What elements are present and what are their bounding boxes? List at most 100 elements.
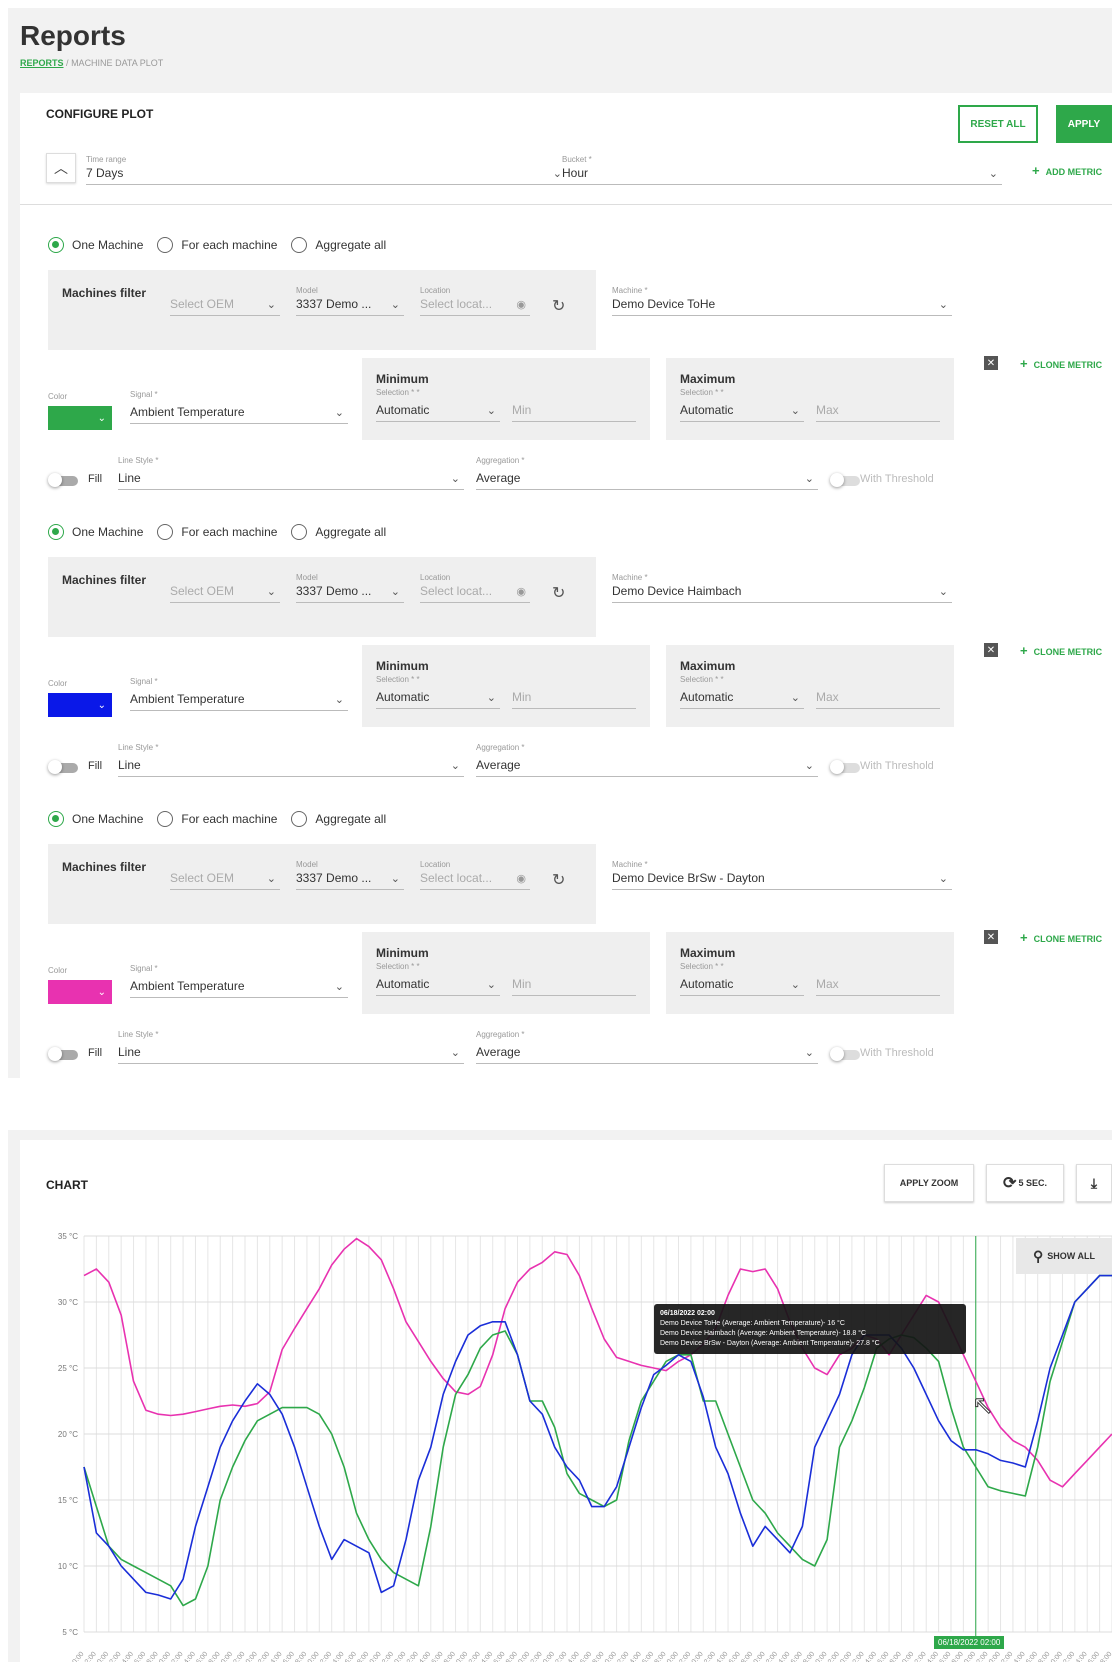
radio-for-each-machine[interactable]: For each machine (157, 811, 277, 827)
radio-for-each-machine[interactable]: For each machine (157, 237, 277, 253)
radio-aggregate-all[interactable]: Aggregate all (291, 524, 386, 540)
minimum-input[interactable]: Min (512, 388, 636, 422)
radio-for-each-machine[interactable]: For each machine (157, 524, 277, 540)
radio-one-machine[interactable]: One Machine (48, 237, 143, 253)
machine-select[interactable]: Machine * Demo Device ToHe ⌄ (612, 286, 952, 316)
chevron-down-icon: ⌄ (266, 299, 276, 311)
machine-select[interactable]: Machine * Demo Device BrSw - Dayton ⌄ (612, 860, 952, 890)
section-divider (20, 204, 1112, 205)
signal-select[interactable]: Signal * Ambient Temperature ⌄ (130, 677, 348, 711)
oem-select[interactable]: Select OEM ⌄ (170, 286, 280, 316)
maximum-input[interactable]: Max (816, 388, 940, 422)
location-select[interactable]: Location Select locat... ◉ (420, 573, 530, 603)
aggregation-select[interactable]: Aggregation * Average ⌄ (476, 1030, 818, 1064)
chevron-down-icon: ⌄ (804, 473, 814, 485)
maximum-input[interactable]: Max (816, 675, 940, 709)
color-picker[interactable]: ⌄ (48, 693, 112, 717)
reset-all-button[interactable]: RESET ALL (958, 105, 1038, 143)
plus-icon: + (1020, 930, 1028, 945)
model-select[interactable]: Model 3337 Demo ... ⌄ (296, 860, 404, 890)
model-select[interactable]: Model 3337 Demo ... ⌄ (296, 286, 404, 316)
minimum-selection-select[interactable]: Selection * * Automatic ⌄ (376, 388, 500, 422)
aggregation-select[interactable]: Aggregation * Average ⌄ (476, 743, 818, 777)
minimum-box: Minimum Selection * * Automatic ⌄ Min (362, 645, 650, 727)
oem-select[interactable]: Select OEM ⌄ (170, 573, 280, 603)
apply-button[interactable]: APPLY (1056, 105, 1112, 143)
chevron-down-icon: ⌄ (938, 586, 948, 598)
configure-plot-title: CONFIGURE PLOT (46, 107, 154, 121)
machine-scope-radio-group: One Machine For each machine Aggregate a… (48, 237, 400, 253)
maximum-selection-select[interactable]: Selection * * Automatic ⌄ (680, 388, 804, 422)
apply-zoom-button[interactable]: APPLY ZOOM (884, 1164, 974, 1202)
oem-select[interactable]: Select OEM ⌄ (170, 860, 280, 890)
chevron-down-icon: ⌄ (334, 694, 344, 706)
minimum-box: Minimum Selection * * Automatic ⌄ Min (362, 358, 650, 440)
location-select[interactable]: Location Select locat... ◉ (420, 860, 530, 890)
download-button[interactable]: ⤓ (1076, 1164, 1112, 1202)
line-style-select[interactable]: Line Style * Line ⌄ (118, 456, 464, 490)
machines-filter-box: Machines filter Select OEM ⌄ Model 3337 … (48, 844, 596, 924)
time-range-select[interactable]: Time range 7 Days ⌄ (86, 155, 566, 185)
radio-one-machine[interactable]: One Machine (48, 811, 143, 827)
reset-filter-icon[interactable]: ↻ (552, 870, 565, 890)
clone-metric-button[interactable]: + CLONE METRIC (1020, 356, 1102, 371)
maximum-box: Maximum Selection * * Automatic ⌄ Max (666, 645, 954, 727)
reset-filter-icon[interactable]: ↻ (552, 583, 565, 603)
machine-select[interactable]: Machine * Demo Device Haimbach ⌄ (612, 573, 952, 603)
bucket-select[interactable]: Bucket * Hour ⌄ (562, 155, 1002, 185)
radio-one-machine[interactable]: One Machine (48, 524, 143, 540)
maximum-selection-select[interactable]: Selection * * Automatic ⌄ (680, 962, 804, 996)
fill-toggle[interactable] (48, 1047, 78, 1061)
location-select[interactable]: Location Select locat... ◉ (420, 286, 530, 316)
remove-metric-icon[interactable]: ✕ (984, 643, 998, 657)
line-style-select[interactable]: Line Style * Line ⌄ (118, 1030, 464, 1064)
page-title: Reports (20, 20, 126, 51)
fill-label: Fill (88, 1047, 103, 1059)
time-range-value: 7 Days (86, 166, 124, 180)
collapse-button[interactable]: ︿ (46, 153, 76, 183)
radio-aggregate-all[interactable]: Aggregate all (291, 237, 386, 253)
threshold-toggle[interactable] (830, 473, 860, 487)
show-all-button[interactable]: ⚲ SHOW ALL (1016, 1238, 1112, 1274)
minimum-selection-select[interactable]: Selection * * Automatic ⌄ (376, 962, 500, 996)
clone-metric-button[interactable]: + CLONE METRIC (1020, 643, 1102, 658)
threshold-toggle[interactable] (830, 1047, 860, 1061)
fill-toggle[interactable] (48, 473, 78, 487)
refresh-interval-button[interactable]: ⟳ 5 SEC. (986, 1164, 1064, 1202)
chevron-down-icon: ⌄ (486, 692, 496, 704)
search-icon: ⚲ (1033, 1247, 1044, 1264)
breadcrumb-reports-link[interactable]: REPORTS (20, 58, 64, 68)
clone-metric-button[interactable]: + CLONE METRIC (1020, 930, 1102, 945)
chart-tooltip: 06/18/2022 02:00 Demo Device ToHe (Avera… (654, 1304, 966, 1354)
minimum-input[interactable]: Min (512, 962, 636, 996)
time-range-label: Time range (86, 155, 127, 164)
color-picker[interactable]: ⌄ (48, 406, 112, 430)
threshold-toggle[interactable] (830, 760, 860, 774)
minimum-input[interactable]: Min (512, 675, 636, 709)
tooltip-line: Demo Device Haimbach (Average: Ambient T… (660, 1330, 867, 1337)
color-picker[interactable]: ⌄ (48, 980, 112, 1004)
remove-metric-icon[interactable]: ✕ (984, 356, 998, 370)
aggregation-select[interactable]: Aggregation * Average ⌄ (476, 456, 818, 490)
chevron-down-icon: ⌄ (334, 407, 344, 419)
threshold-label: With Threshold (860, 473, 934, 485)
fill-label: Fill (88, 760, 103, 772)
radio-aggregate-all[interactable]: Aggregate all (291, 811, 386, 827)
machines-filter-title: Machines filter (62, 860, 147, 874)
maximum-box: Maximum Selection * * Automatic ⌄ Max (666, 358, 954, 440)
signal-select[interactable]: Signal * Ambient Temperature ⌄ (130, 964, 348, 998)
maximum-input[interactable]: Max (816, 962, 940, 996)
tooltip-line: Demo Device ToHe (Average: Ambient Tempe… (660, 1320, 845, 1327)
reset-filter-icon[interactable]: ↻ (552, 296, 565, 316)
add-metric-button[interactable]: + ADD METRIC (1032, 163, 1102, 178)
remove-metric-icon[interactable]: ✕ (984, 930, 998, 944)
machines-filter-title: Machines filter (62, 286, 147, 300)
maximum-selection-select[interactable]: Selection * * Automatic ⌄ (680, 675, 804, 709)
line-style-select[interactable]: Line Style * Line ⌄ (118, 743, 464, 777)
signal-select[interactable]: Signal * Ambient Temperature ⌄ (130, 390, 348, 424)
chevron-down-icon: ⌄ (97, 699, 106, 711)
fill-toggle[interactable] (48, 760, 78, 774)
minimum-selection-select[interactable]: Selection * * Automatic ⌄ (376, 675, 500, 709)
model-select[interactable]: Model 3337 Demo ... ⌄ (296, 573, 404, 603)
color-label: Color (48, 966, 68, 975)
